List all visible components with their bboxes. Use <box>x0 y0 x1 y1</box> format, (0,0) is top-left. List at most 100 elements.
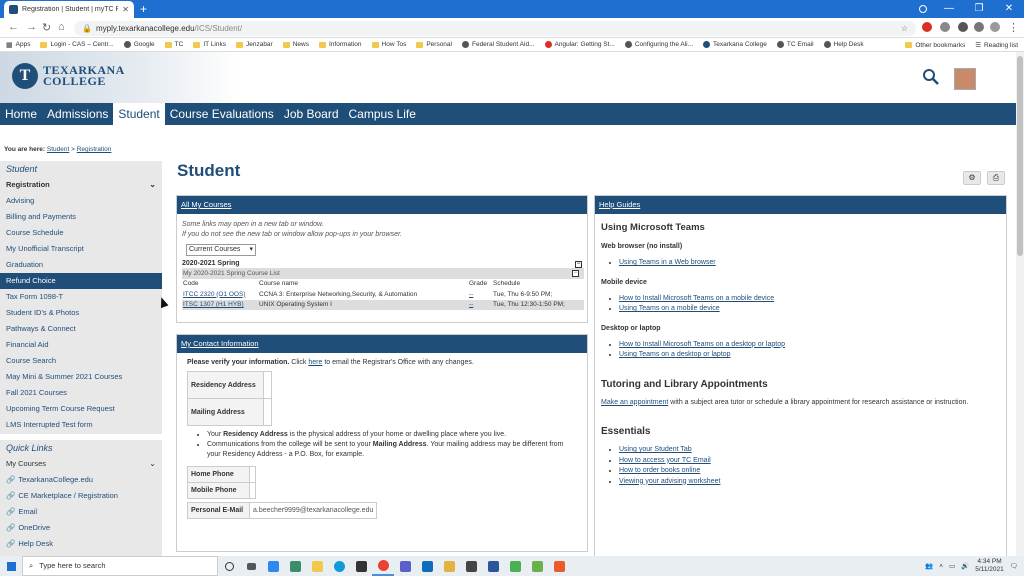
chrome-icon[interactable] <box>372 556 394 576</box>
help-link[interactable]: How to Install Microsoft Teams on a desk… <box>619 341 785 348</box>
bookmark-item[interactable]: Help Desk <box>823 41 864 48</box>
email-registrar-link[interactable]: here <box>308 359 322 366</box>
store-icon[interactable] <box>350 556 372 576</box>
breadcrumb-student[interactable]: Student <box>47 146 69 153</box>
cortana-icon[interactable] <box>218 556 240 576</box>
app-icon[interactable] <box>460 556 482 576</box>
quick-links-section[interactable]: My Courses ⌄ <box>0 456 162 472</box>
help-link[interactable]: Viewing your advising worksheet <box>619 478 720 485</box>
bookmark-star-icon[interactable]: ☆ <box>901 21 908 36</box>
search-icon[interactable] <box>922 68 940 86</box>
teams-icon[interactable] <box>394 556 416 576</box>
minimize-icon[interactable]: — <box>934 0 964 18</box>
bookmark-item[interactable]: TC Email <box>776 41 814 48</box>
reload-icon[interactable]: ↻ <box>42 21 51 34</box>
make-appointment-link[interactable]: Make an appointment <box>601 399 668 406</box>
forward-icon[interactable]: → <box>26 21 37 33</box>
help-link[interactable]: How to order books online <box>619 467 700 474</box>
bookmark-other[interactable]: Other bookmarks <box>905 42 965 49</box>
url-input[interactable]: 🔒 myply.texarkanacollege.edu/ICS/Student/… <box>74 21 916 36</box>
chevron-up-icon[interactable]: ˄ <box>939 563 943 570</box>
sidebar-item[interactable]: Tax Form 1098-T <box>0 289 162 305</box>
course-code-link[interactable]: ITCC 2320 (O1 OOS) <box>183 291 246 298</box>
taskbar-search-input[interactable]: ⌕ Type here to search <box>22 556 218 576</box>
sidebar-item[interactable]: Financial Aid <box>0 337 162 353</box>
app-icon[interactable] <box>526 556 548 576</box>
bookmark-item[interactable]: How Tos <box>371 41 406 48</box>
user-avatar[interactable] <box>954 68 976 90</box>
chevron-down-icon[interactable]: ⌄ <box>149 456 156 472</box>
bookmark-item[interactable]: Configuring the Ali... <box>624 41 693 48</box>
collapse-icon[interactable]: − <box>572 270 579 277</box>
bookmark-item[interactable]: TC <box>164 41 183 48</box>
restore-icon[interactable]: ❐ <box>964 0 994 18</box>
taskbar-clock[interactable]: 4:34 PM 5/11/2021 <box>975 558 1003 574</box>
sidebar-item[interactable]: Upcoming Term Course Request <box>0 401 162 417</box>
close-window-icon[interactable]: ✕ <box>994 0 1024 18</box>
profile-avatar-icon[interactable] <box>990 22 1000 32</box>
app-icon[interactable] <box>504 556 526 576</box>
notifications-icon[interactable]: 🗨 <box>1010 562 1018 570</box>
extension-icon[interactable] <box>922 22 932 32</box>
sidebar-item[interactable]: Course Schedule <box>0 225 162 241</box>
file-explorer-icon[interactable] <box>306 556 328 576</box>
sidebar-item[interactable]: Course Search <box>0 353 162 369</box>
network-icon[interactable]: ▭ <box>949 562 955 570</box>
bookmark-item[interactable]: IT Links <box>193 41 226 48</box>
nav-job-board[interactable]: Job Board <box>279 103 344 125</box>
sidebar-item[interactable]: My Unofficial Transcript <box>0 241 162 257</box>
sidebar-item[interactable]: Pathways & Connect <box>0 321 162 337</box>
nav-course-evaluations[interactable]: Course Evaluations <box>165 103 279 125</box>
task-view-icon[interactable] <box>240 556 262 576</box>
bookmark-item[interactable]: Personal <box>416 41 452 48</box>
extension-icon[interactable] <box>958 22 968 32</box>
help-link[interactable]: Using Teams in a Web browser <box>619 259 716 266</box>
sidebar-item[interactable]: Billing and Payments <box>0 209 162 225</box>
people-icon[interactable]: 👥 <box>925 562 933 570</box>
profile-icon[interactable] <box>912 0 934 18</box>
sidebar-item[interactable]: Graduation <box>0 257 162 273</box>
puzzle-icon[interactable] <box>974 22 984 32</box>
extension-icon[interactable] <box>940 22 950 32</box>
bookmark-item[interactable]: Angular: Getting St... <box>544 41 615 48</box>
breadcrumb-registration[interactable]: Registration <box>77 146 112 153</box>
volume-icon[interactable]: 🔊 <box>961 562 969 570</box>
bookmark-item[interactable]: Federal Student Aid... <box>461 41 535 48</box>
quick-link[interactable]: 🔗 CE Marketplace / Registration <box>0 488 162 504</box>
close-tab-icon[interactable]: ✕ <box>122 5 129 14</box>
help-link[interactable]: Using Teams on a mobile device <box>619 305 720 312</box>
courses-select[interactable]: Current Courses <box>186 244 256 256</box>
course-code-link[interactable]: ITSC 1307 (H1 HYB) <box>183 301 244 308</box>
bookmark-item[interactable]: Information <box>318 41 362 48</box>
edge-icon[interactable] <box>328 556 350 576</box>
quick-link[interactable]: 🔗 OneDrive <box>0 520 162 536</box>
browser-tab[interactable]: Registration | Student | myTC Po ✕ <box>4 1 134 18</box>
help-link[interactable]: Using your Student Tab <box>619 446 692 453</box>
outlook-icon[interactable] <box>416 556 438 576</box>
college-logo[interactable]: T TEXARKANA COLLEGE <box>12 63 125 89</box>
bookmark-apps[interactable]: ▦ Apps <box>6 41 30 49</box>
quick-link[interactable]: 🔗 TexarkanaCollege.edu <box>0 472 162 488</box>
bookmark-item[interactable]: Login - CAS – Centr... <box>40 41 114 48</box>
collapse-icon[interactable]: − <box>575 261 582 268</box>
courses-header[interactable]: All My Courses <box>177 196 587 214</box>
bookmark-item[interactable]: Jenzabar <box>235 41 273 48</box>
app-icon[interactable] <box>548 556 570 576</box>
sidebar-item[interactable]: LMS Interrupted Test form <box>0 417 162 433</box>
nav-admissions[interactable]: Admissions <box>42 103 113 125</box>
sidebar-item[interactable]: Advising <box>0 193 162 209</box>
nav-home[interactable]: Home <box>0 103 42 125</box>
help-link[interactable]: How to access your TC Email <box>619 457 711 464</box>
help-link[interactable]: How to Install Microsoft Teams on a mobi… <box>619 295 774 302</box>
sidebar-section-registration[interactable]: Registration ⌄ <box>0 177 162 193</box>
desktop-app-icon[interactable] <box>262 556 284 576</box>
grade-link[interactable]: -- <box>469 301 473 308</box>
nav-student[interactable]: Student <box>113 103 165 125</box>
gear-icon[interactable]: ⚙ <box>963 171 981 185</box>
app-icon[interactable] <box>284 556 306 576</box>
bookmark-item[interactable]: News <box>282 41 309 48</box>
quick-link[interactable]: 🔗 Email <box>0 504 162 520</box>
back-icon[interactable]: ← <box>8 21 19 33</box>
app-icon[interactable] <box>438 556 460 576</box>
sidebar-item[interactable]: Student ID's & Photos <box>0 305 162 321</box>
